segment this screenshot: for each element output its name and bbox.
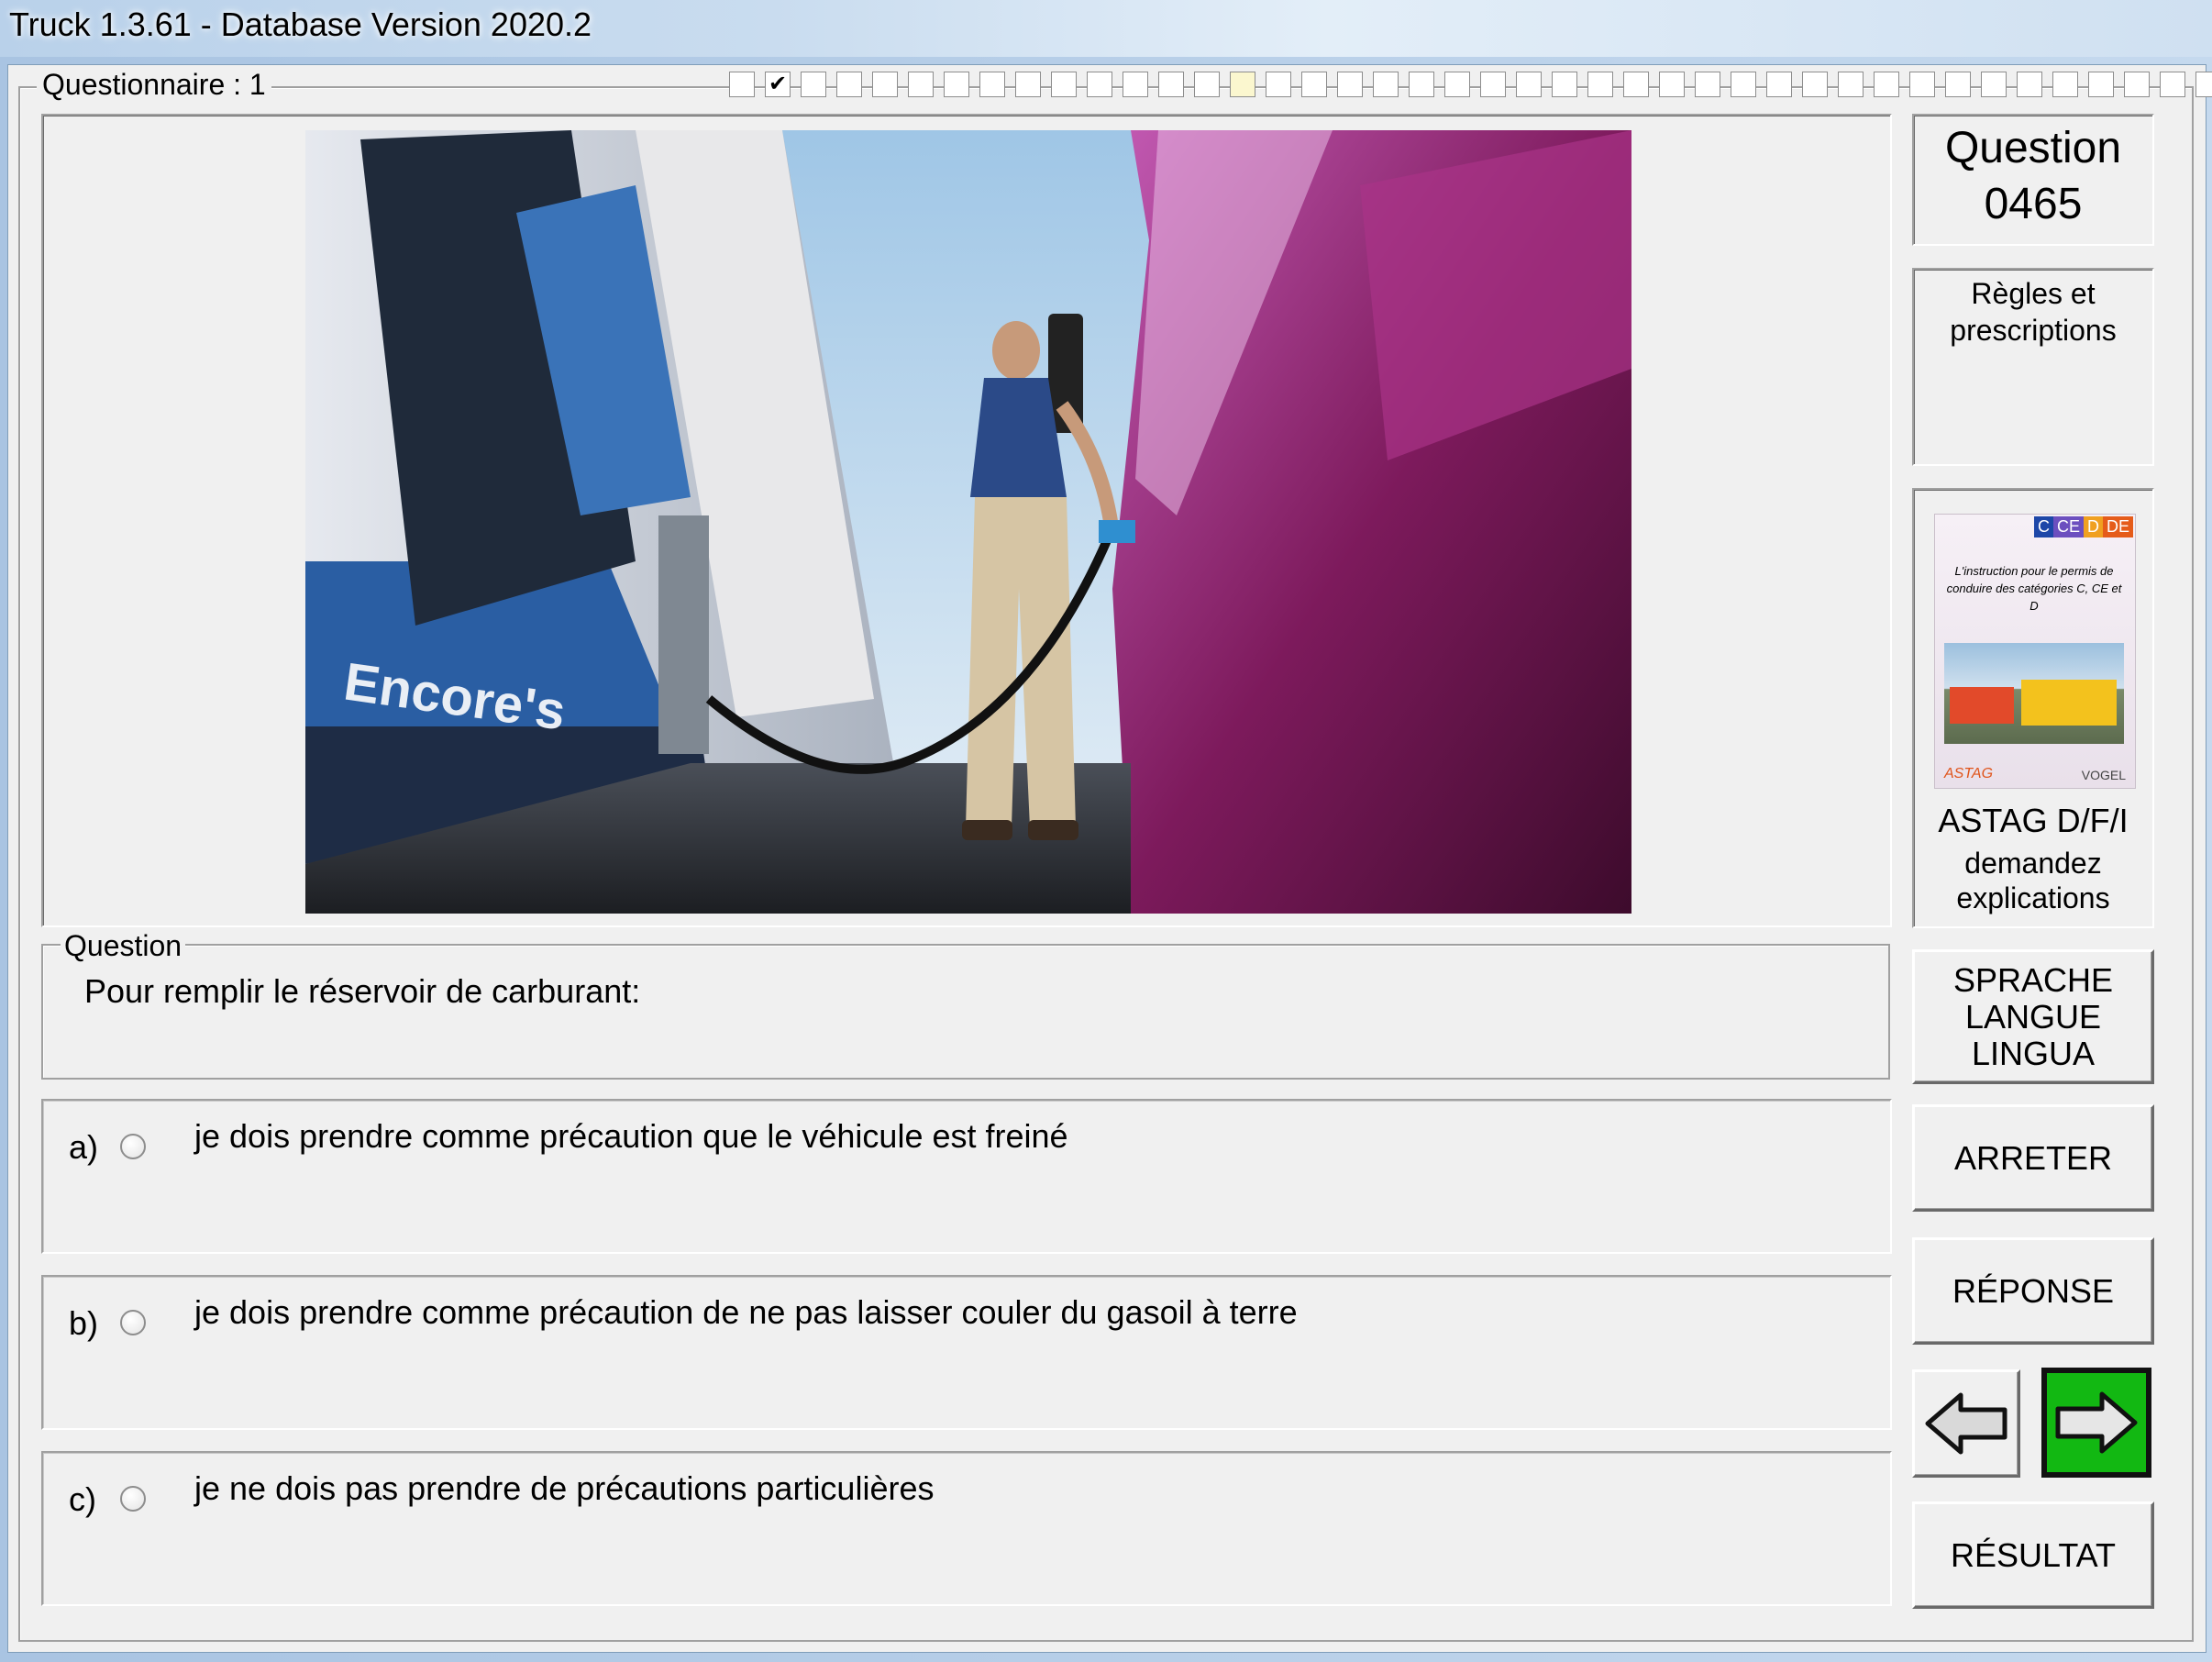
result-button-label: RÉSULTAT — [1950, 1535, 2117, 1574]
answer-letter: c) — [69, 1480, 96, 1518]
rules-label: Règles et prescriptions — [1950, 277, 2117, 347]
badge: C — [2033, 516, 2053, 537]
progress-cell — [2017, 72, 2042, 97]
badge: D — [2083, 516, 2103, 537]
badge: CE — [2052, 516, 2084, 537]
answer-text: je dois prendre comme précaution de ne p… — [194, 1293, 1298, 1331]
progress-cell — [2088, 72, 2114, 97]
progress-cell — [1158, 72, 1184, 97]
stop-button[interactable]: ARRETER — [1912, 1104, 2154, 1212]
progress-cell — [2160, 72, 2185, 97]
truck-shape — [1950, 687, 2014, 724]
badge: DE — [2102, 516, 2133, 537]
progress-cell — [1444, 72, 1470, 97]
progress-cell — [1731, 72, 1756, 97]
question-photo: Encore's — [305, 130, 1631, 914]
progress-cell — [836, 72, 862, 97]
book-cover-text: L'instruction pour le permis de conduire… — [1946, 564, 2122, 613]
questionnaire-label: Questionnaire : 1 — [37, 68, 271, 102]
explain-label: demandez explications — [1956, 847, 2110, 914]
question-text: Pour remplir le réservoir de carburant: — [84, 972, 641, 1010]
bus-shape — [2021, 680, 2117, 726]
right-arrow-icon — [2055, 1391, 2138, 1454]
fuel-station-illustration: Encore's — [305, 130, 1631, 914]
progress-cell — [801, 72, 826, 97]
answer-letter: a) — [69, 1128, 99, 1166]
answer-radio[interactable] — [120, 1486, 146, 1512]
answer-c[interactable]: c) je ne dois pas prendre de précautions… — [41, 1451, 1892, 1606]
question-number-label: Question — [1944, 124, 2122, 172]
progress-cell — [908, 72, 934, 97]
progress-cell — [1480, 72, 1506, 97]
progress-cell — [1230, 72, 1255, 97]
language-button-label: SPRACHE LANGUE LINGUA — [1952, 960, 2114, 1072]
progress-cell — [1695, 72, 1720, 97]
answer-b[interactable]: b) je dois prendre comme précaution de n… — [41, 1275, 1892, 1430]
answer-button[interactable]: RÉPONSE — [1912, 1237, 2154, 1345]
progress-cell — [1945, 72, 1971, 97]
question-number-panel: Question 0465 — [1912, 114, 2154, 246]
progress-cell — [1587, 72, 1613, 97]
progress-cell — [872, 72, 898, 97]
progress-cell — [1838, 72, 1864, 97]
progress-cell — [1194, 72, 1220, 97]
answer-radio[interactable] — [120, 1310, 146, 1335]
book-cover: C CE D DE L'instruction pour le permis d… — [1934, 514, 2136, 789]
answer-text: je dois prendre comme précaution que le … — [194, 1117, 1068, 1155]
progress-cell — [2052, 72, 2078, 97]
progress-cell — [2195, 72, 2212, 97]
progress-cell — [2124, 72, 2150, 97]
question-number: 0465 — [1984, 180, 2083, 228]
progress-cell — [1516, 72, 1542, 97]
book-badges: C CE D DE — [2033, 516, 2133, 537]
answer-button-label: RÉPONSE — [1952, 1271, 2115, 1310]
progress-cell — [1051, 72, 1077, 97]
left-arrow-icon — [1925, 1392, 2007, 1455]
book-cover-photo — [1944, 643, 2124, 744]
progress-cell — [1623, 72, 1649, 97]
progress-cell — [1766, 72, 1792, 97]
rules-panel[interactable]: Règles et prescriptions — [1912, 268, 2154, 466]
progress-cell — [1015, 72, 1041, 97]
next-button-face — [2047, 1373, 2146, 1472]
progress-cell — [1409, 72, 1434, 97]
progress-cell — [1337, 72, 1363, 97]
result-button[interactable]: RÉSULTAT — [1912, 1501, 2154, 1609]
progress-cell — [1909, 72, 1935, 97]
question-group — [41, 944, 1890, 1080]
progress-cell — [1981, 72, 2007, 97]
progress-cell: ✔ — [765, 72, 791, 97]
progress-cell — [944, 72, 969, 97]
answer-radio[interactable] — [120, 1134, 146, 1159]
progress-cell — [1874, 72, 1899, 97]
window-title: Truck 1.3.61 - Database Version 2020.2 — [9, 6, 592, 43]
progress-cell — [1373, 72, 1399, 97]
title-bar: Truck 1.3.61 - Database Version 2020.2 — [0, 0, 2212, 58]
progress-cell — [1659, 72, 1685, 97]
publisher-logo-right: VOGEL — [2081, 768, 2126, 782]
progress-cell — [1123, 72, 1148, 97]
stop-button-label: ARRETER — [1953, 1138, 2113, 1177]
astag-panel[interactable]: C CE D DE L'instruction pour le permis d… — [1912, 488, 2154, 928]
progress-cell — [1552, 72, 1577, 97]
progress-cell — [1301, 72, 1327, 97]
progress-cell — [1802, 72, 1828, 97]
language-button[interactable]: SPRACHE LANGUE LINGUA — [1912, 949, 2154, 1084]
progress-cell — [979, 72, 1005, 97]
next-button[interactable] — [2041, 1368, 2151, 1478]
progress-cell — [1087, 72, 1112, 97]
answer-letter: b) — [69, 1304, 99, 1342]
question-legend: Question — [61, 929, 186, 963]
publisher-logo-left: ASTAG — [1944, 766, 1994, 781]
answer-a[interactable]: a) je dois prendre comme précaution que … — [41, 1099, 1892, 1254]
astag-label: ASTAG D/F/I — [1938, 802, 2129, 839]
previous-button[interactable] — [1912, 1369, 2020, 1478]
progress-cell — [729, 72, 755, 97]
answer-text: je ne dois pas prendre de précautions pa… — [194, 1469, 935, 1507]
progress-cell — [1266, 72, 1291, 97]
